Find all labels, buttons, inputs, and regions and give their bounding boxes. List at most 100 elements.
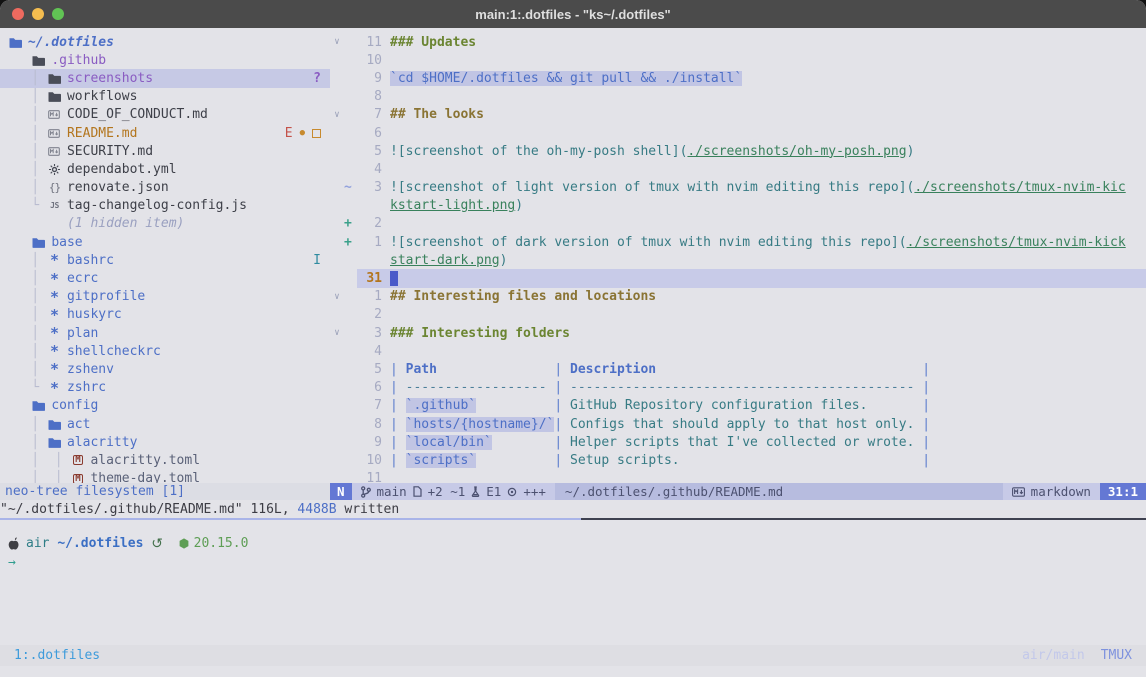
editor-line[interactable]: ~3![screenshot of light version of tmux …: [330, 179, 1146, 197]
tmux-mode-label: TMUX: [1101, 648, 1132, 663]
tree-item-base[interactable]: base: [0, 233, 330, 251]
tree-item-security-md[interactable]: │ SECURITY.md: [0, 142, 330, 160]
editor-line[interactable]: 11: [330, 470, 1146, 484]
editor-line[interactable]: 2: [330, 306, 1146, 324]
editor-line[interactable]: 5![screenshot of the oh-my-posh shell](.…: [330, 142, 1146, 160]
shell-file-icon: *: [47, 310, 62, 320]
tree-guide: │: [0, 326, 47, 341]
editor-pane[interactable]: ∨11### Updates109`cd $HOME/.dotfiles && …: [330, 28, 1146, 483]
tree-guide: │: [0, 417, 47, 432]
editor-line[interactable]: 31: [330, 269, 1146, 287]
fold-column[interactable]: ∨: [330, 37, 344, 47]
tmux-window-name[interactable]: 1:.dotfiles: [14, 648, 100, 663]
tree-item--github[interactable]: .github: [0, 51, 330, 69]
editor-line[interactable]: ∨11### Updates: [330, 33, 1146, 51]
line-number: 2: [357, 307, 382, 322]
tree-item-label: renovate.json: [67, 180, 169, 195]
tree-item--dotfiles[interactable]: ~/.dotfiles: [0, 33, 330, 51]
tree-item-zshenv[interactable]: │ *zshenv: [0, 360, 330, 378]
editor-line[interactable]: 8| `hosts/{hostname}/`| Configs that sho…: [330, 415, 1146, 433]
tree-item-tag-changelog-config-js[interactable]: └ JStag-changelog-config.js: [0, 197, 330, 215]
diagnostics-count: E1: [486, 484, 501, 499]
tree-item-theme-day-toml[interactable]: │ │ Mtheme-day.toml: [0, 470, 330, 484]
neo-tree-panel[interactable]: ~/.dotfiles .github │ screenshots? │ wor…: [0, 28, 330, 483]
editor-line[interactable]: 9 `cd $HOME/.dotfiles && git pull && ./in…: [330, 69, 1146, 87]
prompt-arrow: →: [8, 555, 16, 570]
tree-item-label: theme-day.toml: [90, 471, 200, 483]
tree-guide: │: [0, 271, 47, 286]
tree-item-shellcheckrc[interactable]: │ *shellcheckrc: [0, 342, 330, 360]
tree-item-readme-md[interactable]: │ README.mdE●: [0, 124, 330, 142]
editor-line[interactable]: start-dark.png): [330, 251, 1146, 269]
line-text: ### Updates: [390, 35, 1146, 50]
line-number: 5: [357, 144, 382, 159]
write-message-tail: written: [337, 502, 400, 517]
editor-line[interactable]: ∨3### Interesting folders: [330, 324, 1146, 342]
editor-line[interactable]: 10: [330, 51, 1146, 69]
tree-item-renovate-json[interactable]: │ {}renovate.json: [0, 179, 330, 197]
editor-line[interactable]: 4: [330, 342, 1146, 360]
tree-item-screenshots[interactable]: │ screenshots?: [0, 69, 330, 87]
line-number: 6: [357, 126, 382, 141]
editor-line[interactable]: 8: [330, 88, 1146, 106]
tree-item-label: CODE_OF_CONDUCT.md: [67, 107, 208, 122]
fold-column[interactable]: ∨: [330, 328, 344, 338]
line-text: ![screenshot of light version of tmux wi…: [390, 180, 1146, 195]
tree-item-plan[interactable]: │ *plan: [0, 324, 330, 342]
tree-item-label: screenshots: [67, 71, 153, 86]
tree-item-huskyrc[interactable]: │ *huskyrc: [0, 306, 330, 324]
tree-item-zshrc[interactable]: └ *zshrc: [0, 379, 330, 397]
zoom-button[interactable]: [52, 8, 64, 20]
line-number: 10: [357, 453, 382, 468]
tree-item-gitprofile[interactable]: │ *gitprofile: [0, 288, 330, 306]
fold-column[interactable]: ∨: [330, 292, 344, 302]
mode-indicator: N: [330, 483, 352, 500]
shell-prompt: air ~/.dotfiles ↺ 20.15.0: [0, 534, 1146, 553]
line-text: `cd $HOME/.dotfiles && git pull && ./ins…: [390, 71, 1146, 86]
tree-item-badges: I: [313, 253, 321, 268]
editor-line[interactable]: 10| `scripts` | Setup scripts. |: [330, 451, 1146, 469]
tree-item-dependabot-yml[interactable]: │ dependabot.yml: [0, 160, 330, 178]
line-number: 1: [357, 289, 382, 304]
tree-item-code-of-conduct-md[interactable]: │ CODE_OF_CONDUCT.md: [0, 106, 330, 124]
tree-badge: ●: [300, 128, 305, 138]
editor-line[interactable]: +1![screenshot of dark version of tmux w…: [330, 233, 1146, 251]
tree-item-bashrc[interactable]: │ *bashrcI: [0, 251, 330, 269]
tree-item-workflows[interactable]: │ workflows: [0, 88, 330, 106]
tree-guide: │: [0, 126, 47, 141]
tree-item-ecrc[interactable]: │ *ecrc: [0, 269, 330, 287]
minimize-button[interactable]: [32, 8, 44, 20]
tree-item--1-hidden-item-[interactable]: (1 hidden item): [0, 215, 330, 233]
editor-line[interactable]: ∨1## Interesting files and locations: [330, 288, 1146, 306]
titlebar[interactable]: main:1:.dotfiles - "ks~/.dotfiles": [0, 0, 1146, 28]
line-number: 9: [357, 71, 382, 86]
shell-file-icon: *: [47, 255, 62, 265]
editor-line[interactable]: 4: [330, 160, 1146, 178]
close-button[interactable]: [12, 8, 24, 20]
tree-item-act[interactable]: │ act: [0, 415, 330, 433]
tree-item-label: dependabot.yml: [67, 162, 177, 177]
statusline-git-section: main +2 ~1 E1 +++: [352, 483, 555, 500]
tree-item-config[interactable]: config: [0, 397, 330, 415]
shell-file-icon: *: [47, 383, 62, 393]
editor-line[interactable]: 6: [330, 124, 1146, 142]
editor-line[interactable]: 7| `.github` | GitHub Repository configu…: [330, 397, 1146, 415]
editor-line[interactable]: +2: [330, 215, 1146, 233]
line-number: 4: [357, 344, 382, 359]
tree-item-alacritty[interactable]: │ alacritty: [0, 433, 330, 451]
tmux-session-name: air/main: [1022, 648, 1085, 663]
markdown-icon: [1012, 487, 1025, 497]
fold-column[interactable]: ∨: [330, 110, 344, 120]
editor-line[interactable]: ∨7## The looks: [330, 106, 1146, 124]
tree-item-alacritty-toml[interactable]: │ │ Malacritty.toml: [0, 451, 330, 469]
folder-icon: [47, 437, 62, 448]
editor-line[interactable]: 5| Path | Description |: [330, 360, 1146, 378]
editor-line[interactable]: kstart-light.png): [330, 197, 1146, 215]
prompt-input-line[interactable]: →: [0, 553, 1146, 572]
editor-line[interactable]: 6| ------------------ | ----------------…: [330, 379, 1146, 397]
tree-item-label: shellcheckrc: [67, 344, 161, 359]
shell-file-icon: *: [47, 274, 62, 284]
tree-guide: │ │: [0, 471, 70, 483]
editor-line[interactable]: 9| `local/bin` | Helper scripts that I'v…: [330, 433, 1146, 451]
folder-icon: [31, 400, 46, 411]
